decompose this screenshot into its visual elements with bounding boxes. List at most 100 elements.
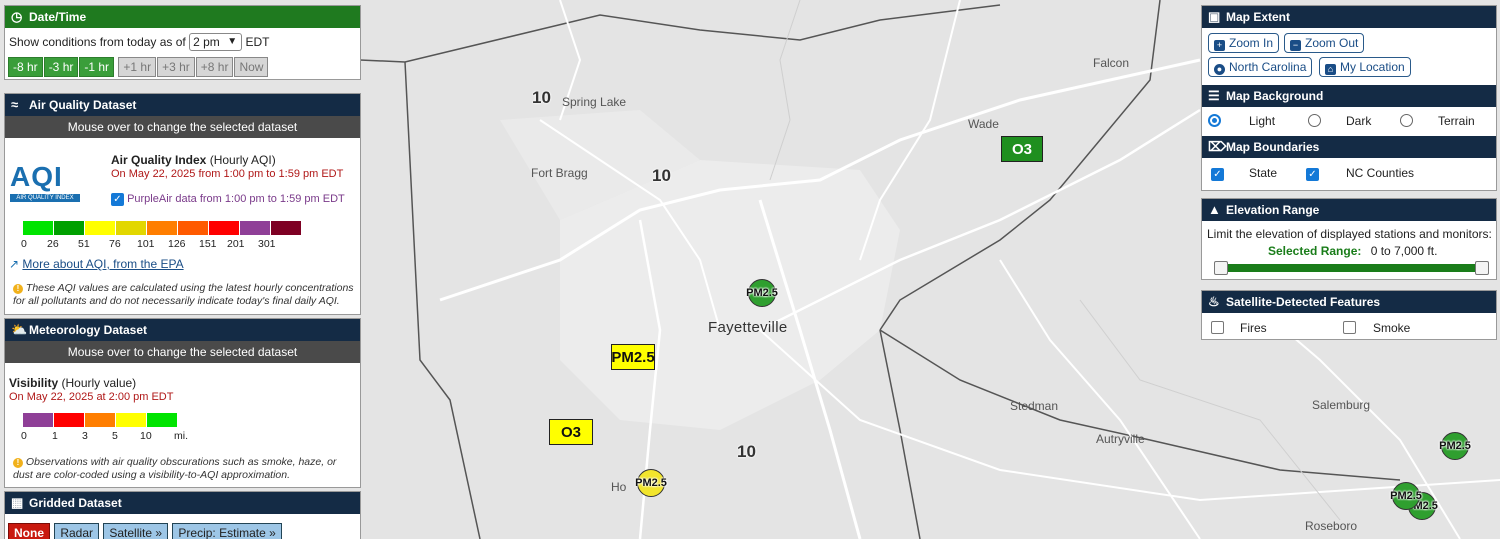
elevation-slider-max-handle[interactable]: [1475, 261, 1489, 275]
sensor-marker-pm25[interactable]: PM2.5: [1439, 432, 1471, 460]
county-boundary-checkbox[interactable]: ✓: [1306, 168, 1319, 181]
background-light-label: Light: [1249, 114, 1276, 128]
background-light-radio[interactable]: [1208, 114, 1221, 127]
gridded-radar-button[interactable]: Radar: [54, 523, 100, 539]
place-hope-mills: Ho: [611, 480, 627, 494]
epa-aqi-link[interactable]: More about AQI, from the EPA: [22, 257, 183, 271]
zoom-in-button[interactable]: + Zoom In: [1208, 33, 1280, 53]
visibility-name: Visibility: [9, 376, 59, 390]
air-quality-title: Air Quality Dataset: [29, 98, 137, 112]
satellite-panel: ♨ Satellite-Detected Features Fires Smok…: [1201, 290, 1497, 340]
aqi-date-line: On May 22, 2025 from 1:00 pm to 1:59 pm …: [111, 168, 344, 180]
monitor-label: PM2.5: [611, 348, 655, 366]
aqi-tick: 0: [21, 238, 27, 250]
aqi-tick: 126: [168, 238, 186, 250]
map-background-title: Map Background: [1226, 89, 1324, 103]
time-select[interactable]: 2 pm ▼: [189, 33, 243, 51]
plus-8hr-button[interactable]: +8 hr: [195, 57, 234, 77]
background-light-option[interactable]: [1208, 114, 1221, 130]
place-wade: Wade: [968, 117, 999, 131]
plus-icon: +: [1214, 40, 1225, 51]
route-shield: 10: [737, 442, 756, 461]
plus-1hr-button[interactable]: +1 hr: [118, 57, 157, 77]
scale-swatch: [54, 413, 85, 427]
gridded-satellite-button[interactable]: Satellite »: [103, 523, 169, 539]
fires-option[interactable]: [1211, 321, 1224, 337]
time-select-value: 2 pm: [193, 35, 220, 49]
aqi-scale-ticks: 0 26 51 76 101 126 151 201 301: [5, 238, 362, 252]
background-terrain-radio[interactable]: [1400, 114, 1413, 127]
state-boundary-option[interactable]: ✓: [1211, 166, 1224, 181]
route-shield: 10: [652, 166, 671, 185]
sensor-marker-pm25[interactable]: PM2.5: [635, 469, 667, 497]
state-boundary-checkbox[interactable]: ✓: [1211, 168, 1224, 181]
elevation-selected-value: 0 to 7,000 ft.: [1370, 244, 1438, 258]
aqi-tick: 76: [109, 238, 121, 250]
show-conditions-label: Show conditions from today as of: [9, 35, 186, 49]
place-spring-lake: Spring Lake: [562, 95, 627, 109]
background-dark-option[interactable]: [1308, 114, 1321, 130]
scale-swatch: [178, 221, 209, 235]
place-fort-bragg: Fort Bragg: [531, 166, 588, 180]
info-icon: !: [13, 458, 23, 468]
aqi-tick: 101: [137, 238, 155, 250]
boundary-icon: ⌦: [1208, 139, 1227, 154]
sensor-label: PM2.5: [1390, 490, 1422, 502]
purpleair-checkbox[interactable]: ✓: [111, 193, 124, 206]
gridded-header: ▦ Gridded Dataset: [5, 492, 360, 514]
map-boundaries-title: Map Boundaries: [1226, 140, 1320, 154]
state-boundary-label: State: [1249, 166, 1278, 180]
background-dark-radio[interactable]: [1308, 114, 1321, 127]
visibility-tick: 1: [52, 430, 58, 442]
smoke-checkbox[interactable]: [1343, 321, 1356, 334]
monitor-marker-pm25[interactable]: PM2.5: [611, 344, 655, 370]
gridded-none-button[interactable]: None: [8, 523, 50, 539]
datetime-title: Date/Time: [29, 10, 87, 24]
place-autryville: Autryville: [1096, 432, 1145, 446]
visibility-tick: 5: [112, 430, 118, 442]
place-falcon: Falcon: [1093, 56, 1130, 70]
gridded-precip-button[interactable]: Precip: Estimate »: [172, 523, 282, 539]
scale-swatch: [147, 413, 178, 427]
map-icon: ▣: [1208, 9, 1221, 24]
meteorology-panel: ⛅ Meteorology Dataset Mouse over to chan…: [4, 318, 361, 488]
minus-3hr-button[interactable]: -3 hr: [43, 57, 79, 77]
smoke-option[interactable]: [1343, 321, 1356, 337]
plus-3hr-button[interactable]: +3 hr: [157, 57, 195, 77]
sensor-marker-pm25[interactable]: PM2.5: [746, 279, 778, 307]
now-button[interactable]: Now: [234, 57, 269, 77]
meteorology-hint[interactable]: Mouse over to change the selected datase…: [5, 341, 360, 363]
monitor-marker-o3[interactable]: O3: [1001, 136, 1043, 162]
aqi-note: These AQI values are calculated using th…: [13, 282, 354, 307]
state-extent-label: North Carolina: [1229, 60, 1307, 74]
state-extent-button[interactable]: ● North Carolina: [1208, 57, 1313, 77]
minus-8hr-button[interactable]: -8 hr: [8, 57, 43, 77]
sensor-label: PM2.5: [1439, 440, 1471, 452]
satellite-title: Satellite-Detected Features: [1226, 295, 1381, 309]
scale-swatch: [240, 221, 271, 235]
elevation-slider-min-handle[interactable]: [1214, 261, 1228, 275]
minus-1hr-button[interactable]: -1 hr: [79, 57, 115, 77]
purpleair-link[interactable]: PurpleAir: [127, 193, 172, 205]
background-terrain-label: Terrain: [1438, 114, 1475, 128]
elevation-slider-track[interactable]: [1221, 264, 1483, 272]
visibility-unit: mi.: [174, 430, 188, 442]
fires-checkbox[interactable]: [1211, 321, 1224, 334]
county-boundary-option[interactable]: ✓: [1306, 166, 1319, 181]
aqi-name: Air Quality Index: [111, 153, 207, 167]
background-terrain-option[interactable]: [1400, 114, 1413, 130]
place-fayetteville: Fayetteville: [708, 319, 788, 336]
zoom-out-button[interactable]: − Zoom Out: [1284, 33, 1365, 53]
elevation-selected-label: Selected Range:: [1268, 244, 1362, 258]
datetime-panel: ◷ Date/Time Show conditions from today a…: [4, 5, 361, 80]
meteorology-title: Meteorology Dataset: [29, 323, 148, 337]
map-boundaries-header: ⌦ Map Boundaries: [1202, 136, 1496, 158]
aqi-logo-text: AQI: [10, 161, 63, 192]
monitor-marker-o3[interactable]: O3: [549, 419, 593, 445]
air-quality-hint[interactable]: Mouse over to change the selected datase…: [5, 116, 360, 138]
sensor-marker-pm25[interactable]: PM2.5: [1390, 482, 1422, 510]
county-boundary-label: NC Counties: [1346, 166, 1415, 180]
aqi-tick: 301: [258, 238, 276, 250]
my-location-button[interactable]: ⌂ My Location: [1319, 57, 1411, 77]
datetime-header: ◷ Date/Time: [5, 6, 360, 28]
